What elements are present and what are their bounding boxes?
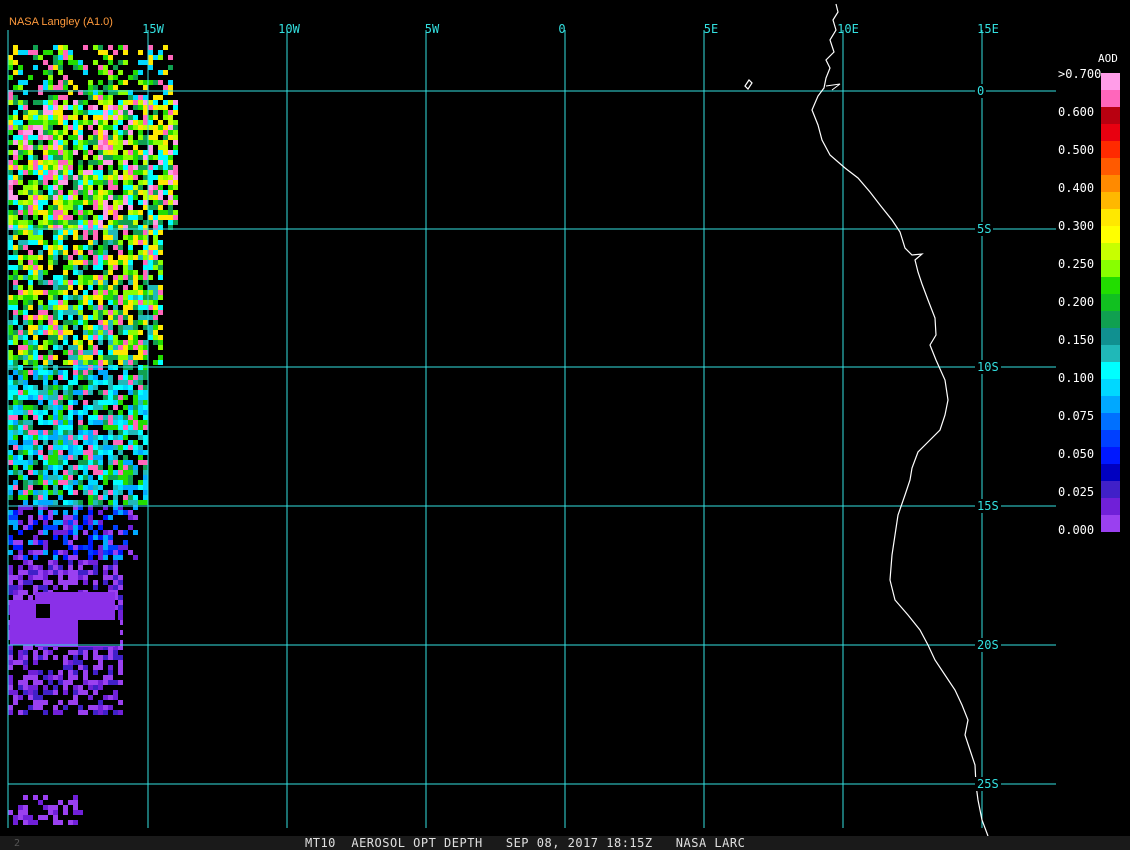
lat-label: 10S [975,360,1001,374]
lat-label: 5S [975,222,994,236]
corner-mark: 2 [14,838,21,849]
lon-label: 10E [837,22,859,36]
legend-swatch [1101,175,1120,192]
legend-label: 0.100 [1058,371,1095,385]
legend-swatch [1101,192,1120,209]
legend-label: 0.150 [1058,333,1095,347]
legend-swatch [1101,260,1120,277]
lat-label: 25S [975,777,1001,791]
legend-swatch [1101,158,1120,175]
legend-label: 0.200 [1058,295,1095,309]
legend-swatch [1101,362,1120,379]
legend-label: 0.600 [1058,105,1095,119]
lat-label: 0 [975,84,987,98]
legend-swatch [1101,243,1120,260]
legend-label: 0.025 [1058,485,1095,499]
lon-label: 10W [278,22,300,36]
lon-label: 5E [703,22,719,36]
legend-label: 0.000 [1058,523,1095,537]
legend-swatch [1101,328,1120,345]
legend-swatch [1101,447,1120,464]
legend-swatch [1101,277,1120,294]
legend-title: AOD [1098,52,1118,65]
lat-label: 20S [975,638,1001,652]
credit-label: NASA Langley (A1.0) [9,16,113,28]
legend-swatch [1101,73,1120,90]
lon-label: 5W [424,22,440,36]
legend-label: 0.250 [1058,257,1095,271]
legend-swatch [1101,498,1120,515]
legend-swatch [1101,396,1120,413]
lon-label: 15E [977,22,999,36]
aod-map [7,3,1056,837]
legend-label: 0.400 [1058,181,1095,195]
legend-label: 0.500 [1058,143,1095,157]
legend-label: 0.050 [1058,447,1095,461]
legend-swatch [1101,124,1120,141]
footer-text: MT10 AEROSOL OPT DEPTH SEP 08, 2017 18:1… [305,836,746,850]
aod-data-swath [8,45,178,825]
legend-swatch [1101,90,1120,107]
lon-label: 0 [558,22,566,36]
island-outline [744,79,753,90]
legend-swatch [1101,107,1120,124]
legend-swatch [1101,311,1120,328]
legend-swatch [1101,481,1120,498]
legend-label: >0.700 [1058,67,1102,81]
legend-swatch [1101,379,1120,396]
lon-label: 15W [142,22,164,36]
legend-swatch [1101,345,1120,362]
legend-label: 0.300 [1058,219,1095,233]
legend-swatch [1101,464,1120,481]
legend-swatch [1101,515,1120,532]
legend-swatch [1101,294,1120,311]
legend-swatch [1101,209,1120,226]
legend-swatch [1101,226,1120,243]
legend-swatch [1101,413,1120,430]
legend-label: 0.075 [1058,409,1095,423]
lat-label: 15S [975,499,1001,513]
legend-swatch [1101,430,1120,447]
status-footer: MT10 AEROSOL OPT DEPTH SEP 08, 2017 18:1… [0,836,1130,850]
africa-coastline [811,3,989,837]
river-inlet [825,83,841,91]
legend-swatch [1101,141,1120,158]
